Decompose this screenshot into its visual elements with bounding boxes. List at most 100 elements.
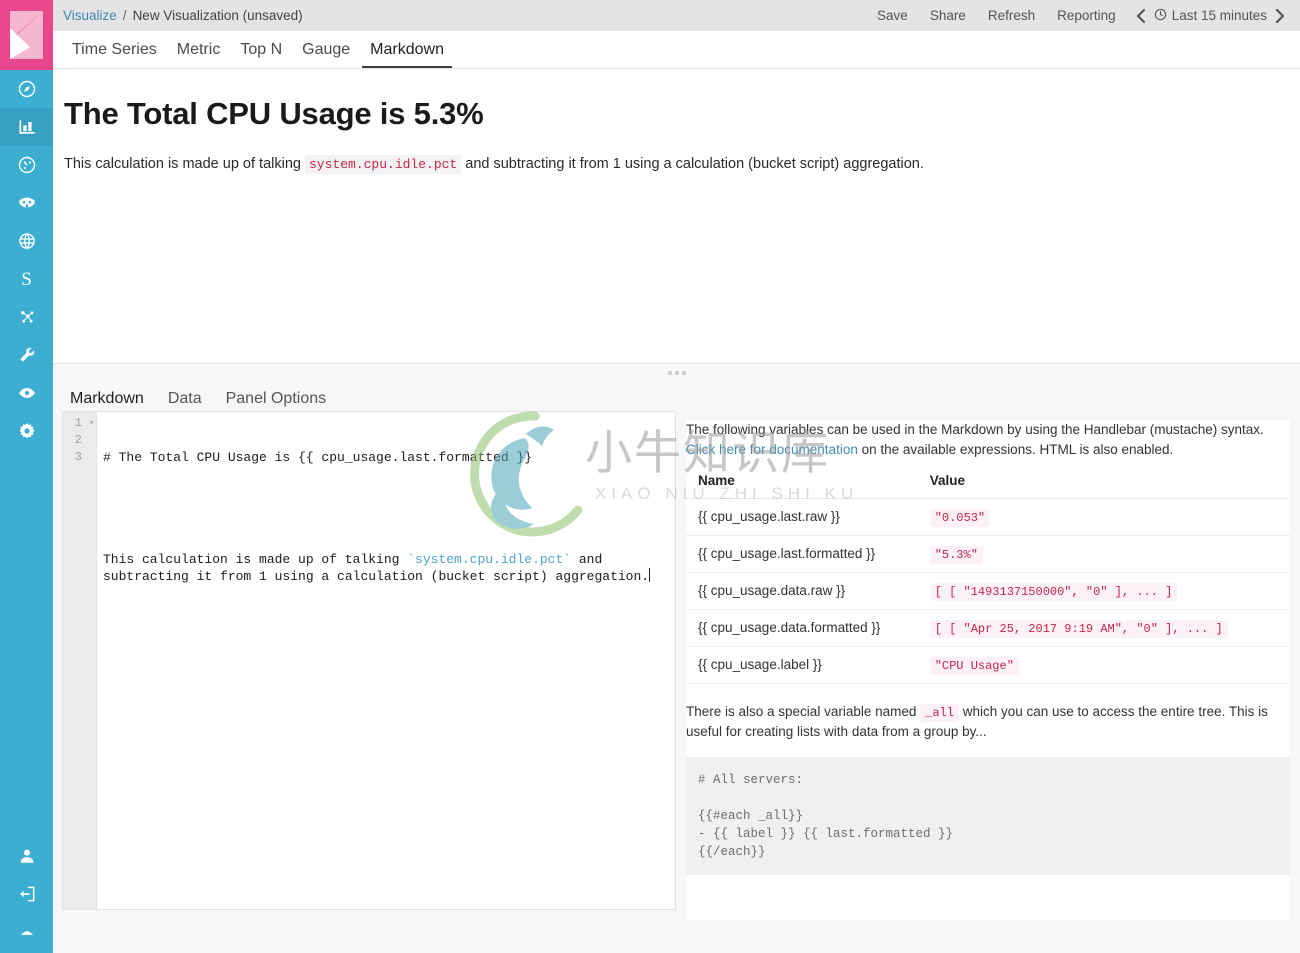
variable-value-cell: "CPU Usage" bbox=[919, 646, 1290, 684]
sidebar-item-sense[interactable]: S bbox=[0, 260, 53, 298]
tab-gauge[interactable]: Gauge bbox=[294, 42, 358, 68]
preview-text-after: and subtracting it from 1 using a calcul… bbox=[465, 156, 924, 172]
tab-time-series[interactable]: Time Series bbox=[64, 42, 165, 68]
sidebar-item-logout[interactable] bbox=[0, 875, 53, 913]
gutter-line-3[interactable]: 3 bbox=[63, 449, 96, 466]
sense-s-icon: S bbox=[21, 268, 32, 290]
markdown-variables-help-panel: The following variables can be used in t… bbox=[686, 420, 1290, 920]
markdown-preview: The Total CPU Usage is 5.3% This calcula… bbox=[53, 70, 1300, 363]
editor-text-area[interactable]: # The Total CPU Usage is {{ cpu_usage.la… bbox=[97, 412, 675, 909]
tab-markdown[interactable]: Markdown bbox=[362, 42, 452, 68]
table-header-row: Name Value bbox=[686, 472, 1290, 499]
panel-resize-handle[interactable] bbox=[53, 364, 1300, 382]
tab-top-n[interactable]: Top N bbox=[232, 42, 290, 68]
all-variable-badge: _all bbox=[920, 703, 959, 722]
dashboard-gauge-icon bbox=[17, 155, 37, 175]
breadcrumb-current: New Visualization (unsaved) bbox=[132, 8, 303, 23]
editor-line-1: # The Total CPU Usage is {{ cpu_usage.la… bbox=[103, 450, 533, 465]
visualization-type-tabs: Time Series Metric Top N Gauge Markdown bbox=[53, 31, 1300, 69]
sidebar-item-dev-tools[interactable] bbox=[0, 336, 53, 374]
kibana-logo-icon bbox=[10, 11, 43, 59]
graph-nodes-icon bbox=[17, 307, 37, 327]
help-note-part1: There is also a special variable named bbox=[686, 703, 921, 719]
help-note-text: There is also a special variable named _… bbox=[686, 702, 1290, 744]
sidebar-item-management[interactable] bbox=[0, 412, 53, 450]
sidebar-item-dashboard[interactable] bbox=[0, 146, 53, 184]
value-badge: "CPU Usage" bbox=[929, 656, 1019, 675]
share-button[interactable]: Share bbox=[919, 0, 977, 31]
value-badge: "0.053" bbox=[929, 508, 991, 527]
gutter-line-2[interactable]: 2 bbox=[63, 432, 96, 449]
variable-value-cell: [ [ "Apr 25, 2017 9:19 AM", "0" ], ... ] bbox=[919, 609, 1290, 647]
sidebar-item-collapse[interactable] bbox=[0, 913, 53, 951]
global-nav-sidebar: S bbox=[0, 0, 53, 953]
column-header-value: Value bbox=[919, 472, 1290, 499]
sidebar-item-graph[interactable] bbox=[0, 298, 53, 336]
variable-name: {{ cpu_usage.label }} bbox=[686, 646, 920, 684]
top-header-actions: Save Share Refresh Reporting Last 15 min… bbox=[866, 0, 1300, 31]
column-header-name: Name bbox=[686, 472, 920, 499]
table-row: {{ cpu_usage.last.raw }} "0.053" bbox=[686, 498, 1290, 536]
chevron-up-icon bbox=[18, 923, 36, 941]
breadcrumb-separator: / bbox=[122, 8, 127, 23]
variable-value-cell: "0.053" bbox=[919, 498, 1290, 536]
table-row: {{ cpu_usage.label }} "CPU Usage" bbox=[686, 646, 1290, 684]
eye-icon bbox=[17, 383, 37, 403]
table-row: {{ cpu_usage.data.formatted }} [ [ "Apr … bbox=[686, 609, 1290, 647]
variable-name: {{ cpu_usage.last.formatted }} bbox=[686, 535, 920, 573]
time-picker-button[interactable]: Last 15 minutes bbox=[1154, 8, 1267, 24]
breadcrumb-visualize-link[interactable]: Visualize bbox=[63, 8, 117, 23]
value-badge: [ [ "Apr 25, 2017 9:19 AM", "0" ], ... ] bbox=[929, 619, 1228, 638]
variables-table-body: {{ cpu_usage.last.raw }} "0.053" {{ cpu_… bbox=[686, 498, 1290, 684]
editor-gutter: 1 2 3 bbox=[63, 412, 97, 909]
editor-line3-code: `system.cpu.idle.pct` bbox=[407, 552, 572, 567]
preview-text-before: This calculation is made up of talking bbox=[64, 156, 301, 172]
table-row: {{ cpu_usage.data.raw }} [ [ "1493137150… bbox=[686, 572, 1290, 610]
kibana-logo[interactable] bbox=[0, 0, 53, 70]
sidebar-item-visualize[interactable] bbox=[0, 108, 53, 146]
variable-name: {{ cpu_usage.last.raw }} bbox=[686, 498, 920, 536]
sidebar-item-timelion[interactable] bbox=[0, 184, 53, 222]
gear-icon bbox=[17, 421, 37, 441]
compass-icon bbox=[17, 79, 37, 99]
variables-table: Name Value {{ cpu_usage.last.raw }} "0.0… bbox=[686, 472, 1290, 684]
variable-value-cell: "5.3%" bbox=[919, 535, 1290, 573]
breadcrumb: Visualize / New Visualization (unsaved) bbox=[53, 8, 303, 23]
tab-metric[interactable]: Metric bbox=[169, 42, 229, 68]
sidebar-item-user[interactable] bbox=[0, 837, 53, 875]
documentation-link[interactable]: Click here for documentation bbox=[686, 442, 858, 457]
time-prev-button[interactable] bbox=[1127, 8, 1154, 23]
help-intro-text: The following variables can be used in t… bbox=[686, 420, 1290, 461]
save-button[interactable]: Save bbox=[866, 0, 919, 31]
apm-globe-icon bbox=[17, 231, 37, 251]
clock-icon bbox=[1154, 8, 1167, 24]
sidebar-item-monitoring[interactable] bbox=[0, 374, 53, 412]
example-code-block: # All servers: {{#each _all}} - {{ label… bbox=[686, 756, 1290, 875]
sidebar-item-discover[interactable] bbox=[0, 70, 53, 108]
sidebar-bottom-group bbox=[0, 837, 53, 953]
top-header-bar: Visualize / New Visualization (unsaved) … bbox=[53, 0, 1300, 31]
value-badge: "5.3%" bbox=[929, 545, 983, 564]
markdown-code-editor[interactable]: 1 2 3 # The Total CPU Usage is {{ cpu_us… bbox=[62, 411, 676, 910]
nav-list: S bbox=[0, 70, 53, 450]
gutter-line-1[interactable]: 1 bbox=[63, 415, 96, 432]
help-intro-part1: The following variables can be used in t… bbox=[686, 422, 1264, 437]
kibana-app: S Visualize / New Visualization (unsaved… bbox=[0, 0, 1300, 953]
time-range-label: Last 15 minutes bbox=[1171, 8, 1267, 23]
text-cursor bbox=[649, 568, 651, 582]
logout-icon bbox=[17, 884, 37, 904]
variable-value-cell: [ [ "1493137150000", "0" ], ... ] bbox=[919, 572, 1290, 610]
help-intro-part2: on the available expressions. HTML is al… bbox=[857, 442, 1174, 458]
editor-line3-part-a: This calculation is made up of talking bbox=[103, 552, 408, 567]
editor-line-2 bbox=[103, 500, 669, 517]
table-row: {{ cpu_usage.last.formatted }} "5.3%" bbox=[686, 535, 1290, 573]
refresh-button[interactable]: Refresh bbox=[977, 0, 1046, 31]
wrench-icon bbox=[17, 345, 37, 365]
bar-chart-icon bbox=[17, 117, 37, 137]
reporting-button[interactable]: Reporting bbox=[1046, 0, 1127, 31]
time-next-button[interactable] bbox=[1267, 8, 1294, 23]
value-badge: [ [ "1493137150000", "0" ], ... ] bbox=[929, 582, 1178, 601]
grip-dots-icon bbox=[667, 371, 686, 375]
sidebar-item-apm[interactable] bbox=[0, 222, 53, 260]
